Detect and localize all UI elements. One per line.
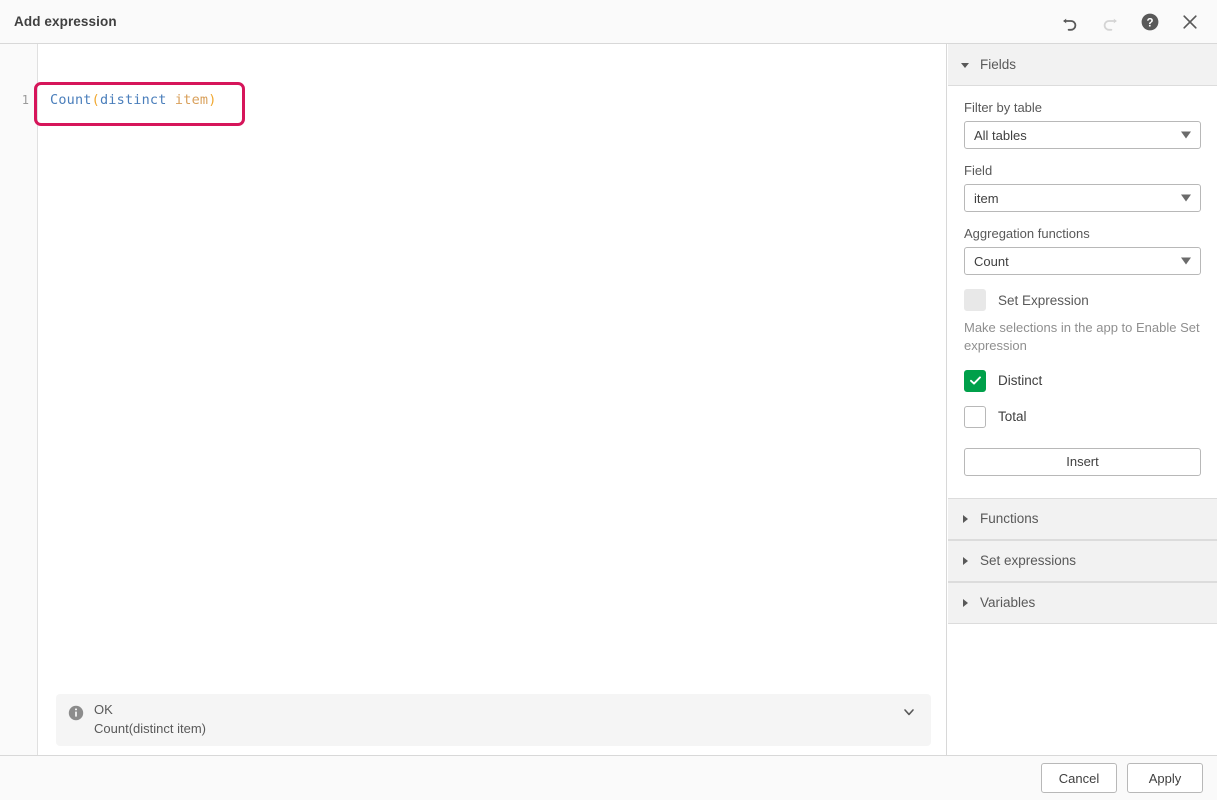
token-space	[167, 92, 175, 108]
token-function: Count	[50, 92, 92, 108]
page-title: Add expression	[14, 14, 117, 29]
editor-gutter: 1	[0, 44, 38, 755]
status-texts: OK Count(distinct item)	[94, 703, 206, 737]
token-open-paren: (	[92, 92, 100, 108]
status-title: OK	[94, 703, 206, 717]
distinct-label: Distinct	[998, 373, 1042, 388]
collapsed-sections: Functions Set expressions Variables	[948, 498, 1217, 624]
line-number: 1	[22, 94, 29, 106]
expression-input[interactable]: Count(distinct item)	[39, 44, 946, 755]
accordion-title-variables: Variables	[980, 595, 1035, 610]
set-expression-checkbox-row: Set Expression	[964, 289, 1201, 311]
validation-status-bar[interactable]: OK Count(distinct item)	[56, 694, 931, 746]
chevron-down-icon	[1181, 258, 1191, 265]
caret-down-icon	[958, 58, 972, 72]
aggregation-functions-select[interactable]: Count	[964, 247, 1201, 275]
accordion-title-fields: Fields	[980, 57, 1016, 72]
expression-editor: 1 Count(distinct item) OK Count(distinct…	[0, 44, 947, 755]
info-icon	[68, 705, 84, 721]
add-expression-dialog: Add expression ?	[0, 0, 1217, 800]
chevron-down-icon	[1181, 195, 1191, 202]
field-label: Field	[964, 163, 1201, 178]
close-icon[interactable]	[1173, 5, 1207, 39]
cancel-button[interactable]: Cancel	[1041, 763, 1117, 793]
check-icon	[969, 374, 982, 387]
chevron-down-icon[interactable]	[899, 702, 919, 722]
accordion-header-variables[interactable]: Variables	[948, 582, 1217, 624]
svg-text:?: ?	[1146, 17, 1153, 29]
set-expression-hint: Make selections in the app to Enable Set…	[964, 319, 1201, 356]
side-panel: Fields Filter by table All tables Field …	[948, 44, 1217, 755]
undo-icon[interactable]	[1053, 5, 1087, 39]
token-close-paren: )	[208, 92, 216, 108]
set-expression-checkbox	[964, 289, 986, 311]
accordion-title-set-expressions: Set expressions	[980, 553, 1076, 568]
insert-button[interactable]: Insert	[964, 448, 1201, 476]
expression-code-line: Count(distinct item)	[50, 94, 217, 108]
aggregation-functions-value: Count	[974, 254, 1009, 269]
field-select[interactable]: item	[964, 184, 1201, 212]
field-value: item	[974, 191, 999, 206]
total-checkbox-row[interactable]: Total	[964, 406, 1201, 428]
help-icon[interactable]: ?	[1133, 5, 1167, 39]
chevron-down-icon	[1181, 132, 1191, 139]
dialog-header: Add expression ?	[0, 0, 1217, 44]
distinct-checkbox-row[interactable]: Distinct	[964, 370, 1201, 392]
caret-right-icon	[958, 512, 972, 526]
filter-by-table-label: Filter by table	[964, 100, 1201, 115]
accordion-header-functions[interactable]: Functions	[948, 498, 1217, 540]
accordion-title-functions: Functions	[980, 511, 1039, 526]
redo-icon[interactable]	[1093, 5, 1127, 39]
dialog-footer: Cancel Apply	[0, 755, 1217, 800]
caret-right-icon	[958, 554, 972, 568]
token-keyword: distinct	[100, 92, 167, 108]
filter-by-table-select[interactable]: All tables	[964, 121, 1201, 149]
caret-right-icon	[958, 596, 972, 610]
fields-panel-body: Filter by table All tables Field item Ag…	[948, 86, 1217, 476]
aggregation-functions-label: Aggregation functions	[964, 226, 1201, 241]
distinct-checkbox[interactable]	[964, 370, 986, 392]
status-detail: Count(distinct item)	[94, 722, 206, 736]
accordion-header-fields[interactable]: Fields	[948, 44, 1217, 86]
total-checkbox[interactable]	[964, 406, 986, 428]
accordion-header-set-expressions[interactable]: Set expressions	[948, 540, 1217, 582]
total-label: Total	[998, 409, 1027, 424]
token-field-name: item	[175, 92, 208, 108]
filter-by-table-value: All tables	[974, 128, 1027, 143]
set-expression-label: Set Expression	[998, 293, 1089, 308]
apply-button[interactable]: Apply	[1127, 763, 1203, 793]
header-actions: ?	[1053, 5, 1207, 39]
